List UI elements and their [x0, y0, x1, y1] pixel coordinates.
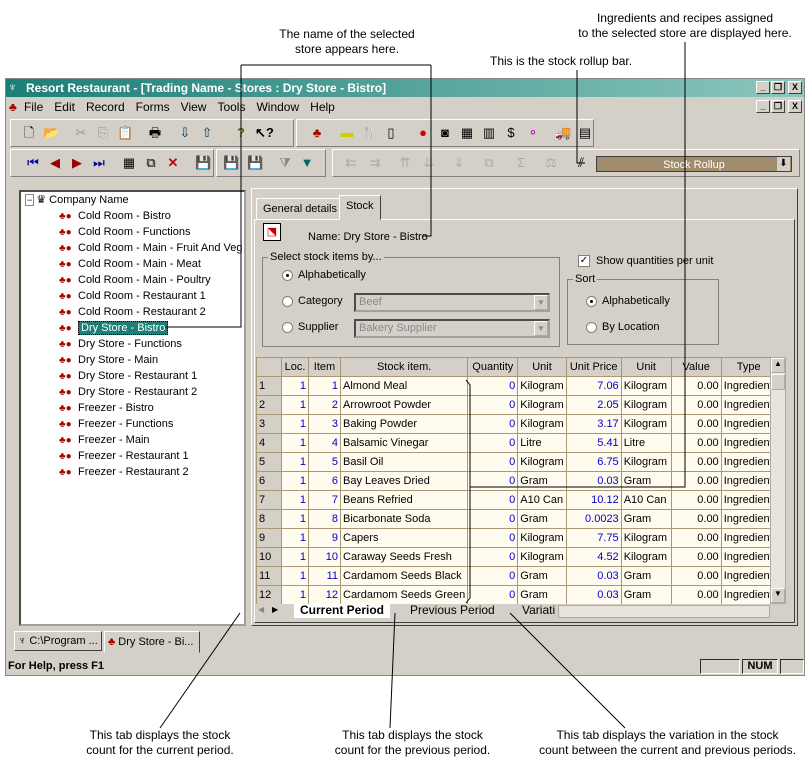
annotation-lines [159, 42, 686, 729]
tab-stock[interactable]: Stock [339, 195, 381, 220]
